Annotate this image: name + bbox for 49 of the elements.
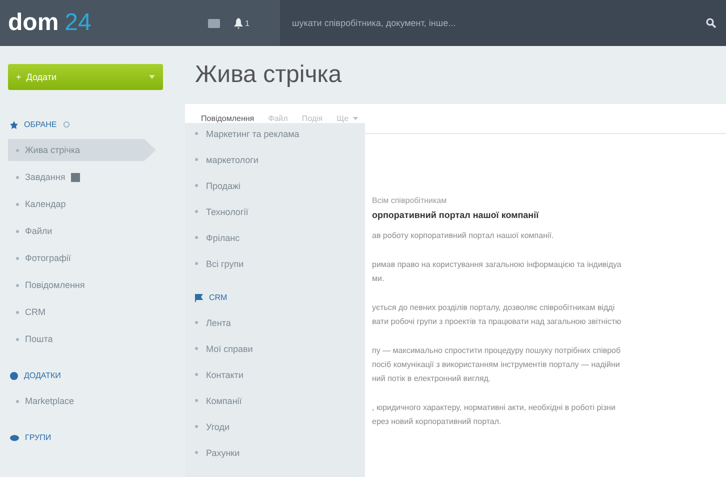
section-title: ДОДАТКИ: [24, 371, 61, 380]
composer-tab[interactable]: Повідомлення: [201, 114, 254, 123]
sidebar-item[interactable]: Файли: [8, 220, 170, 242]
search-input[interactable]: шукати співробітника, документ, інше...: [290, 17, 706, 29]
post-paragraph: пу — максимально спростити процедуру пошуку потрібних співроб посіб комунікації з використанням інструментів порталу — надійни ний потік в електронний вигляд.: [372, 345, 622, 385]
section-title: CRM: [209, 293, 228, 302]
composer-tab[interactable]: Подія: [302, 114, 323, 123]
menu-item[interactable]: Лента: [195, 312, 365, 333]
post-title: орпоративний портал нашої компанії: [372, 210, 540, 220]
composer-tab[interactable]: Файл: [268, 114, 288, 123]
menu-item[interactable]: Угоди: [195, 416, 365, 437]
search-icon[interactable]: [706, 18, 716, 28]
sidebar-item[interactable]: CRM: [8, 301, 170, 323]
notification-count: 1: [245, 18, 250, 28]
sidebar-item[interactable]: Фотографії: [8, 247, 170, 269]
post-paragraph: ав роботу корпоративний портал нашої компанії.: [372, 230, 555, 242]
chat-icon[interactable]: [208, 18, 220, 28]
star-icon: [10, 120, 18, 128]
menu-item[interactable]: Всі групи: [195, 253, 365, 274]
bell-icon[interactable]: [234, 18, 243, 28]
section-title: ОБРАНЕ: [24, 120, 57, 129]
menu-item[interactable]: Рахунки: [195, 442, 365, 463]
menu-item[interactable]: Технології: [195, 201, 365, 222]
menu-item[interactable]: Маркетинг та реклама: [195, 123, 365, 144]
post-recipients: Всім співробітникам: [372, 196, 448, 205]
menu-item[interactable]: Продажі: [195, 175, 365, 196]
add-button[interactable]: + Додати: [8, 64, 163, 90]
caret-icon: [352, 117, 358, 120]
menu-item[interactable]: Контакти: [195, 364, 365, 385]
caret-icon: [149, 75, 155, 79]
menu-item[interactable]: маркетологи: [195, 149, 365, 170]
search-field[interactable]: шукати співробітника, документ, інше...: [280, 0, 726, 46]
menu-item[interactable]: Мої справи: [195, 338, 365, 359]
menu-item[interactable]: Фріланс: [195, 227, 365, 248]
sidebar-item[interactable]: Повідомлення: [8, 274, 170, 296]
page-title: Жива стрічка: [194, 60, 343, 90]
post-paragraph: ується до певних розділів порталу, дозволяє співробітникам відді вати робочі групи з проектів та працювати над загальною звітністю: [372, 302, 622, 328]
sidebar-item[interactable]: Пошта: [8, 328, 170, 350]
section-title: ГРУПИ: [25, 433, 52, 442]
sidebar-item[interactable]: Завдання: [8, 166, 170, 188]
composer-tab[interactable]: Ще: [336, 114, 358, 123]
sidebar-item[interactable]: Календар: [8, 193, 170, 215]
sidebar-item[interactable]: Жива стрічка: [8, 139, 156, 161]
post-paragraph: римав право на користування загальною інформацією та індивідуа ми.: [372, 259, 622, 285]
logo[interactable]: dom 24: [0, 9, 190, 37]
sidebar-item[interactable]: Marketplace: [8, 390, 170, 412]
post-paragraph: , юридичного характеру, нормативні акти, необхідні в роботі різни ерез новий корпоративний портал.: [372, 402, 616, 428]
menu-item[interactable]: Компанії: [195, 390, 365, 411]
flag-icon: [195, 294, 203, 302]
